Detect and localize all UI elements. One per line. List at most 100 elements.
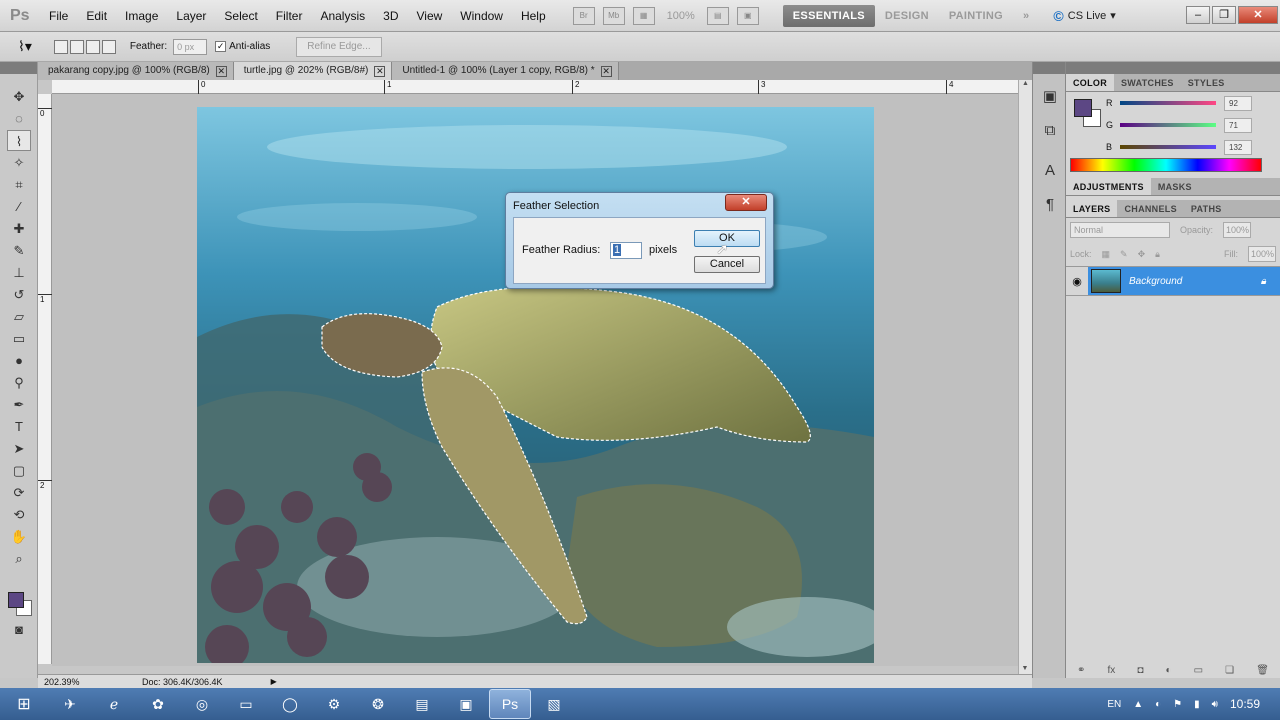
menu-help[interactable]: Help (512, 0, 555, 32)
blue-slider[interactable] (1120, 145, 1216, 149)
tab-color[interactable]: COLOR (1066, 74, 1114, 91)
chrome-icon[interactable]: ◎ (181, 689, 223, 719)
trash-icon[interactable]: 🗑︎ (1256, 665, 1269, 679)
mini-bridge-panel-icon[interactable]: ▣ (1039, 86, 1061, 108)
language-indicator[interactable]: EN (1107, 699, 1121, 710)
lock-all-icon[interactable]: 🔒︎ (1155, 249, 1160, 260)
layer-background[interactable]: Background 🔒︎ (1088, 267, 1280, 295)
workspace-painting[interactable]: PAINTING (939, 5, 1013, 27)
blend-mode-select[interactable]: Normal (1070, 222, 1170, 238)
taskbar-app-icon[interactable]: ▭ (225, 689, 267, 719)
vertical-scrollbar[interactable]: ▲ ▼ (1018, 80, 1032, 674)
firefox-icon[interactable]: ❂ (357, 689, 399, 719)
subtract-selection-icon[interactable] (85, 39, 100, 54)
history-panel-icon[interactable]: ⧉ (1039, 120, 1061, 142)
tab-adjustments[interactable]: ADJUSTMENTS (1066, 178, 1151, 195)
taskbar-app-icon[interactable]: ✿ (137, 689, 179, 719)
view-extras-icon[interactable]: ▦ (632, 6, 655, 25)
workspace-design[interactable]: DESIGN (875, 5, 939, 27)
menu-layer[interactable]: Layer (167, 0, 215, 32)
close-icon[interactable]: ✕ (600, 65, 612, 77)
quick-selection-tool-icon[interactable]: ✧ (7, 152, 31, 173)
brush-tool-icon[interactable]: ✎ (7, 240, 31, 261)
opacity-input[interactable]: 100% (1223, 222, 1252, 238)
3d-orbit-icon[interactable]: ⟲ (7, 504, 31, 525)
panels-header[interactable] (1066, 62, 1280, 74)
turtle-image[interactable] (197, 107, 874, 663)
new-layer-icon[interactable]: ❏ (1225, 665, 1234, 679)
close-button[interactable]: ✕ (1238, 6, 1278, 24)
lock-image-icon[interactable]: ✎ (1120, 249, 1128, 260)
workspace-more-button[interactable]: » (1013, 5, 1039, 27)
layer-style-icon[interactable]: fx (1108, 665, 1116, 679)
eye-icon[interactable]: ◉ (1066, 275, 1088, 288)
foreground-color-swatch[interactable] (8, 592, 24, 608)
tab-swatches[interactable]: SWATCHES (1114, 74, 1181, 91)
feather-input[interactable]: 0 px (173, 38, 208, 55)
taskbar-app-icon[interactable]: ▧ (533, 689, 575, 719)
green-value[interactable]: 71 (1224, 117, 1252, 133)
lock-transparency-icon[interactable]: ▦ (1102, 249, 1111, 260)
add-selection-icon[interactable] (69, 39, 84, 54)
history-brush-icon[interactable]: ↺ (7, 284, 31, 305)
close-icon[interactable]: ✕ (374, 65, 386, 77)
feather-radius-input[interactable]: 1 (610, 242, 642, 259)
polygonal-lasso-icon[interactable]: ⌇▾ (18, 38, 32, 55)
scroll-up-icon[interactable]: ▲ (1019, 80, 1032, 87)
new-selection-icon[interactable] (53, 39, 68, 54)
menu-analysis[interactable]: Analysis (311, 0, 374, 32)
menu-filter[interactable]: Filter (267, 0, 312, 32)
doc-tab-untitled[interactable]: Untitled-1 @ 100% (Layer 1 copy, RGB/8) … (392, 62, 619, 80)
move-tool-icon[interactable]: ✥ (7, 86, 31, 107)
shape-tool-icon[interactable]: ▢ (7, 460, 31, 481)
scroll-down-icon[interactable]: ▼ (1019, 665, 1031, 672)
eraser-tool-icon[interactable]: ▱ (7, 306, 31, 327)
refine-edge-button[interactable]: Refine Edge... (296, 36, 382, 57)
taskbar-app-icon[interactable]: ✈ (49, 689, 91, 719)
zoom-level[interactable]: 100% (667, 10, 695, 22)
lock-position-icon[interactable]: ✥ (1138, 249, 1146, 260)
tray-app-icon[interactable]: ◐ (1155, 699, 1161, 710)
menu-edit[interactable]: Edit (77, 0, 116, 32)
start-button[interactable]: ⊞ (0, 688, 48, 720)
menu-window[interactable]: Window (451, 0, 512, 32)
tab-masks[interactable]: MASKS (1151, 178, 1199, 195)
tab-paths[interactable]: PATHS (1184, 200, 1229, 217)
menu-select[interactable]: Select (215, 0, 266, 32)
opera-icon[interactable]: ◯ (269, 689, 311, 719)
character-panel-icon[interactable]: A (1039, 160, 1061, 182)
type-tool-icon[interactable]: T (7, 416, 31, 437)
quick-mask-icon[interactable]: ◙ (7, 619, 31, 640)
menu-file[interactable]: File (40, 0, 77, 32)
bridge-icon[interactable]: Br (572, 6, 595, 25)
dock-header[interactable] (1033, 62, 1065, 74)
tab-layers[interactable]: LAYERS (1066, 200, 1118, 217)
blue-value[interactable]: 132 (1224, 139, 1252, 155)
color-fg-swatch[interactable] (1074, 99, 1092, 117)
arrange-documents-icon[interactable]: ▤ (706, 6, 729, 25)
network-icon[interactable]: ▮ (1194, 699, 1200, 710)
screen-mode-icon[interactable]: ▣ (736, 6, 759, 25)
pen-tool-icon[interactable]: ✒ (7, 394, 31, 415)
link-layers-icon[interactable]: ⚭ (1077, 665, 1085, 679)
taskbar-app-icon[interactable]: ▣ (445, 689, 487, 719)
restore-button[interactable]: ❐ (1212, 6, 1236, 24)
tab-styles[interactable]: STYLES (1181, 74, 1232, 91)
workspace-essentials[interactable]: ESSENTIALS (782, 4, 875, 27)
minimize-button[interactable]: – (1186, 6, 1210, 24)
tools-panel-header[interactable] (0, 62, 37, 74)
red-value[interactable]: 92 (1224, 95, 1252, 111)
paragraph-panel-icon[interactable]: ¶ (1039, 194, 1061, 216)
mini-bridge-icon[interactable]: Mb (602, 6, 625, 25)
crop-tool-icon[interactable]: ⌗ (7, 174, 31, 195)
antialias-checkbox[interactable]: ✓ (215, 41, 227, 52)
tab-channels[interactable]: CHANNELS (1117, 200, 1183, 217)
adjustment-layer-icon[interactable]: ◐ (1165, 665, 1171, 679)
doc-tab-pakarang[interactable]: pakarang copy.jpg @ 100% (RGB/8) ✕ (38, 62, 234, 80)
healing-brush-icon[interactable]: ✚ (7, 218, 31, 239)
taskbar-app-icon[interactable]: ⚙ (313, 689, 355, 719)
doc-tab-turtle[interactable]: turtle.jpg @ 202% (RGB/8#) ✕ (233, 62, 393, 80)
hand-tool-icon[interactable]: ✋ (7, 526, 31, 547)
add-mask-icon[interactable]: ◘ (1137, 665, 1143, 679)
eyedropper-tool-icon[interactable]: ⁄ (7, 196, 31, 217)
